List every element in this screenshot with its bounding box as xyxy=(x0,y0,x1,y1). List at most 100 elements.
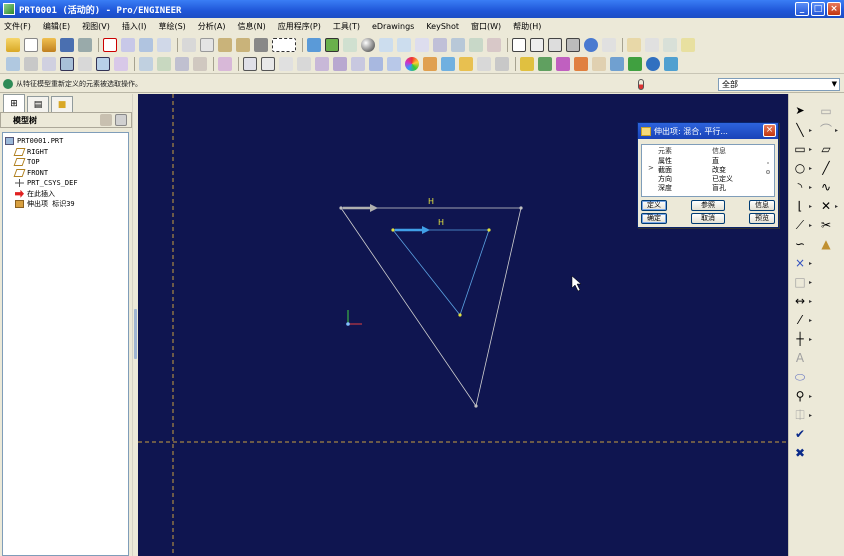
point-cross-icon[interactable]: ✕ xyxy=(819,199,833,213)
spline-icon[interactable]: ∿ xyxy=(819,180,833,194)
paste-special-icon[interactable] xyxy=(236,37,250,52)
show-icon[interactable] xyxy=(115,114,127,126)
redo-icon[interactable] xyxy=(157,37,171,52)
flyout-arrow-icon[interactable]: ▸ xyxy=(835,204,839,210)
mirror-icon[interactable] xyxy=(193,57,207,71)
view-sketch-icon[interactable] xyxy=(96,57,110,71)
flyout-arrow-icon[interactable]: ▸ xyxy=(809,394,813,400)
vertex-point[interactable] xyxy=(458,313,462,317)
flyout-arrow-icon[interactable]: ▸ xyxy=(809,128,813,134)
vertex-point[interactable] xyxy=(519,206,523,210)
menu-insert[interactable]: 插入(I) xyxy=(122,21,147,32)
menu-sketch[interactable]: 草绘(S) xyxy=(158,21,185,32)
tab-folder-browser[interactable]: ▤ xyxy=(27,96,49,112)
flyout-arrow-icon[interactable]: ▸ xyxy=(809,223,813,229)
menu-file[interactable]: 文件(F) xyxy=(4,21,31,32)
layers-icon[interactable] xyxy=(469,37,483,52)
modify-icon[interactable]: ⁄ xyxy=(793,313,807,327)
sheet-icon[interactable] xyxy=(261,57,275,71)
tree-node[interactable]: 伸出项 标识39 xyxy=(5,199,126,210)
menu-help[interactable]: 帮助(H) xyxy=(513,21,541,32)
menu-keyshot[interactable]: KeyShot xyxy=(426,22,459,31)
datum-csys-icon[interactable] xyxy=(663,37,677,52)
section-outer-triangle[interactable] xyxy=(340,207,522,407)
vertex-point[interactable] xyxy=(339,206,343,210)
done-check-icon[interactable]: ✔ xyxy=(793,427,807,441)
assembly-icon[interactable] xyxy=(139,57,153,71)
annotation-icon[interactable] xyxy=(681,37,695,52)
shell-icon[interactable] xyxy=(351,57,365,71)
flyout-arrow-icon[interactable]: ▸ xyxy=(809,318,813,324)
zoom-in-icon[interactable] xyxy=(379,37,393,52)
sketch-mode-icon[interactable] xyxy=(325,37,339,52)
flyout-arrow-icon[interactable]: ▸ xyxy=(809,337,813,343)
display-constraints-icon[interactable] xyxy=(343,37,357,52)
dimension-label-outer[interactable]: H xyxy=(428,197,434,206)
find-icon[interactable] xyxy=(254,37,268,52)
vertex-point[interactable] xyxy=(487,228,491,232)
chamfer-icon[interactable] xyxy=(333,57,347,71)
constraint-icon[interactable]: ┼ xyxy=(793,332,807,346)
zoom-out-icon[interactable] xyxy=(397,37,411,52)
minimize-button[interactable]: _ xyxy=(795,2,809,16)
datum-points-icon[interactable] xyxy=(602,37,616,52)
tab-favorites[interactable]: ■ xyxy=(51,96,73,112)
flyout-arrow-icon[interactable]: ▸ xyxy=(809,280,813,286)
cut-icon[interactable] xyxy=(182,37,196,52)
rectangle-outline-icon[interactable]: ▭ xyxy=(819,104,833,118)
tree-node[interactable]: FRONT xyxy=(5,168,126,179)
datum-axis-icon[interactable] xyxy=(645,37,659,52)
menu-window[interactable]: 窗口(W) xyxy=(471,21,501,32)
shading-sphere-icon[interactable] xyxy=(361,37,375,52)
palette-icon[interactable]: ⬭ xyxy=(793,370,807,384)
parallelogram-icon[interactable]: ▱ xyxy=(819,142,833,156)
menu-view[interactable]: 视图(V) xyxy=(82,21,110,32)
refit-icon[interactable] xyxy=(415,37,429,52)
paste-icon[interactable] xyxy=(218,37,232,52)
refs-button[interactable]: 参照 xyxy=(691,200,725,211)
tree-node[interactable]: PRT_CSYS_DEF xyxy=(5,178,126,189)
fillet-icon[interactable]: ⌊ xyxy=(793,199,807,213)
palette-icon[interactable] xyxy=(628,57,642,71)
constraint-tool-icon[interactable] xyxy=(42,57,56,71)
dimension-icon[interactable]: ↔ xyxy=(793,294,807,308)
regenerate-icon[interactable] xyxy=(121,37,135,52)
rectangle-icon[interactable]: ▭ xyxy=(793,142,807,156)
undo-icon[interactable] xyxy=(139,37,153,52)
rib-icon[interactable] xyxy=(369,57,383,71)
vertex-point[interactable] xyxy=(474,404,478,408)
trim-icon[interactable]: ✂ xyxy=(819,218,833,232)
datum-display-icon[interactable] xyxy=(584,37,598,52)
arc-icon[interactable]: ◝ xyxy=(793,180,807,194)
color-appearance-icon[interactable] xyxy=(405,57,419,71)
open-file-icon[interactable] xyxy=(42,37,56,52)
sash-grip[interactable] xyxy=(134,309,137,359)
datum-plane-icon[interactable] xyxy=(627,37,641,52)
snap-icon[interactable] xyxy=(60,57,74,71)
shading-icon[interactable] xyxy=(566,37,580,52)
palette-shapes-icon[interactable]: ▲ xyxy=(819,237,833,251)
pattern-icon[interactable] xyxy=(175,57,189,71)
model-info-icon[interactable] xyxy=(592,57,606,71)
table-scrollbar[interactable] xyxy=(764,156,773,196)
flyout-arrow-icon[interactable]: ▸ xyxy=(809,185,813,191)
grid-icon[interactable] xyxy=(78,57,92,71)
tree-node[interactable]: PRT0001.PRT xyxy=(5,136,126,147)
flyout-arrow-icon[interactable]: ▸ xyxy=(809,204,813,210)
settings-icon[interactable] xyxy=(100,114,112,126)
flyout-arrow-icon[interactable]: ▸ xyxy=(835,128,839,134)
dimension-tool-icon[interactable] xyxy=(24,57,38,71)
use-edge-icon[interactable]: □ xyxy=(793,275,807,289)
line-icon[interactable]: ╲ xyxy=(793,123,807,137)
tree-node[interactable]: 在此插入 xyxy=(5,189,126,200)
info-icon[interactable] xyxy=(766,170,770,174)
new-file-icon[interactable] xyxy=(24,37,38,52)
flyout-arrow-icon[interactable]: ▸ xyxy=(809,147,813,153)
define-button[interactable]: 定义 xyxy=(641,200,667,211)
menu-info[interactable]: 信息(N) xyxy=(238,21,266,32)
draft-icon[interactable] xyxy=(387,57,401,71)
print-icon[interactable] xyxy=(78,37,92,52)
dialog-close-button[interactable]: × xyxy=(763,124,776,137)
hidden-line-icon[interactable] xyxy=(530,37,544,52)
menu-tools[interactable]: 工具(T) xyxy=(333,21,360,32)
